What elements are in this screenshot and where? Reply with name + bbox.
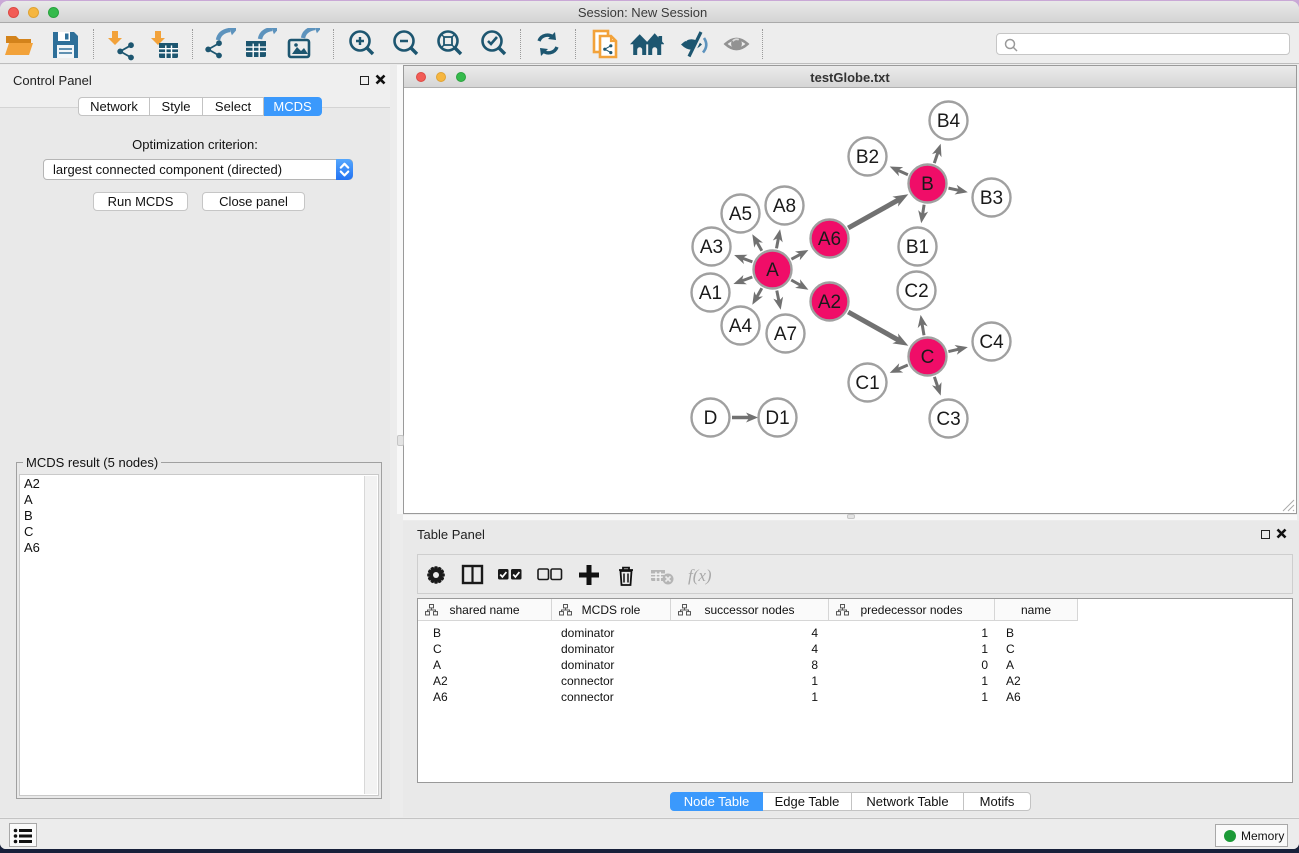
svg-text:C1: C1	[855, 373, 879, 394]
svg-text:D: D	[704, 408, 718, 429]
svg-text:A6: A6	[818, 229, 841, 250]
svg-text:C: C	[921, 347, 935, 368]
svg-text:C4: C4	[979, 332, 1004, 353]
svg-text:A: A	[766, 260, 779, 281]
svg-text:A8: A8	[773, 196, 796, 217]
svg-text:C2: C2	[904, 281, 928, 302]
svg-text:B1: B1	[906, 237, 929, 258]
svg-text:f(x): f(x)	[688, 566, 712, 585]
svg-text:A1: A1	[699, 283, 722, 304]
svg-text:C3: C3	[936, 409, 960, 430]
svg-text:A5: A5	[729, 204, 752, 225]
svg-text:B3: B3	[980, 188, 1003, 209]
svg-text:A4: A4	[729, 316, 753, 337]
svg-text:A7: A7	[774, 324, 797, 345]
svg-text:B2: B2	[856, 147, 879, 168]
svg-text:A2: A2	[818, 292, 841, 313]
svg-text:D1: D1	[765, 408, 789, 429]
svg-text:B4: B4	[937, 111, 961, 132]
svg-text:B: B	[921, 174, 934, 195]
svg-text:A3: A3	[700, 237, 723, 258]
